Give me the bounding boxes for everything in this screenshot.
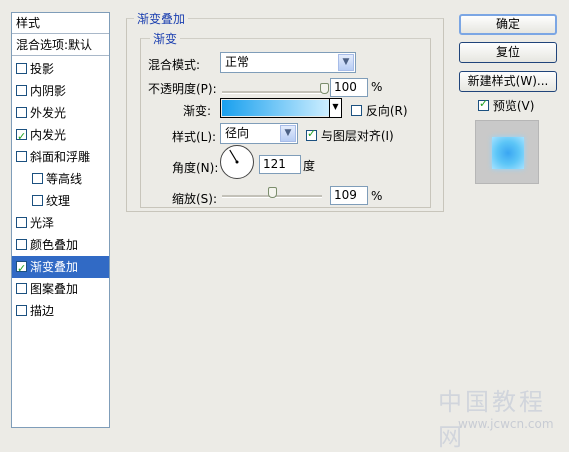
- style-list-item-label: 内阴影: [30, 84, 67, 98]
- style-list-item-label: 等高线: [46, 172, 83, 186]
- preview-checkbox[interactable]: [478, 97, 489, 111]
- scale-label: 缩放(S):: [172, 192, 218, 206]
- blend-mode-value: 正常: [225, 55, 250, 69]
- new-style-button[interactable]: 新建样式(W)...: [459, 71, 557, 92]
- chevron-down-icon: ▼: [338, 54, 354, 71]
- style-list-item-label: 颜色叠加: [30, 238, 79, 252]
- style-checkbox[interactable]: [16, 305, 27, 316]
- style-list-header[interactable]: 样式: [12, 13, 109, 34]
- style-list-item-label: 光泽: [30, 216, 55, 230]
- preview-swatch: [492, 137, 524, 169]
- style-checkbox[interactable]: [32, 173, 43, 184]
- style-list-item[interactable]: 外发光: [12, 102, 109, 124]
- style-checkbox[interactable]: [16, 217, 27, 228]
- reverse-checkbox-row[interactable]: 反向(R): [351, 102, 408, 119]
- opacity-percent: %: [371, 80, 383, 94]
- style-list-item[interactable]: 颜色叠加: [12, 234, 109, 256]
- angle-input[interactable]: 121: [259, 155, 301, 174]
- style-preview: [475, 120, 539, 184]
- style-list-item[interactable]: 纹理: [12, 190, 109, 212]
- angle-dial[interactable]: [219, 144, 255, 180]
- gradient-style-select[interactable]: 径向 ▼: [220, 123, 298, 144]
- style-list-item-label: 斜面和浮雕: [30, 150, 91, 164]
- style-list-item[interactable]: 渐变叠加: [12, 256, 109, 280]
- style-checkbox[interactable]: [16, 239, 27, 250]
- style-list-item-label: 内发光: [30, 128, 67, 142]
- blend-mode-select[interactable]: 正常 ▼: [220, 52, 356, 73]
- style-list-item[interactable]: 斜面和浮雕: [12, 146, 109, 168]
- align-checkbox-row[interactable]: 与图层对齐(I): [306, 127, 394, 144]
- opacity-slider-track[interactable]: [222, 91, 324, 94]
- style-checkbox[interactable]: [16, 107, 27, 118]
- align-with-layer-label: 与图层对齐(I): [320, 129, 394, 143]
- scale-percent: %: [371, 189, 383, 203]
- style-list-item-label: 图案叠加: [30, 282, 79, 296]
- reverse-checkbox[interactable]: [351, 105, 362, 116]
- opacity-slider-thumb[interactable]: [319, 83, 329, 94]
- style-checkbox[interactable]: [16, 258, 27, 280]
- style-list-item[interactable]: 光泽: [12, 212, 109, 234]
- style-list-item-label: 投影: [30, 62, 55, 76]
- scale-slider-thumb[interactable]: [267, 187, 277, 198]
- style-list-item-label: 纹理: [46, 194, 71, 208]
- style-list: 样式 混合选项:默认 投影内阴影外发光内发光斜面和浮雕等高线纹理光泽颜色叠加渐变…: [11, 12, 110, 428]
- style-list-item[interactable]: 内发光: [12, 124, 109, 148]
- preview-checkbox-row[interactable]: 预览(V): [478, 97, 534, 114]
- gradient-section-title: 渐变: [150, 30, 181, 47]
- ok-button[interactable]: 确定: [459, 14, 557, 35]
- style-checkbox[interactable]: [16, 126, 27, 148]
- angle-unit: 度: [303, 159, 316, 173]
- gradient-style-value: 径向: [225, 126, 250, 140]
- style-list-item-label: 渐变叠加: [30, 260, 79, 274]
- style-list-item[interactable]: 投影: [12, 58, 109, 80]
- gradient-swatch: [222, 100, 329, 116]
- style-list-item[interactable]: 内阴影: [12, 80, 109, 102]
- style-checkbox[interactable]: [16, 151, 27, 162]
- style-list-item-label: 描边: [30, 304, 55, 318]
- opacity-input[interactable]: 100: [330, 78, 368, 97]
- style-list-item[interactable]: 等高线: [12, 168, 109, 190]
- align-with-layer-checkbox[interactable]: [306, 127, 317, 141]
- preview-label: 预览(V): [492, 99, 535, 113]
- style-checkbox[interactable]: [16, 85, 27, 96]
- chevron-down-icon: ▼: [280, 125, 296, 142]
- style-list-item[interactable]: 图案叠加: [12, 278, 109, 300]
- chevron-down-icon[interactable]: ▼: [329, 99, 341, 117]
- reset-button[interactable]: 复位: [459, 42, 557, 63]
- angle-label: 角度(N):: [172, 161, 219, 175]
- style-checkbox[interactable]: [16, 63, 27, 74]
- style-checkbox[interactable]: [16, 283, 27, 294]
- watermark-url: www.jcwcn.com: [458, 417, 554, 431]
- gradient-picker[interactable]: ▼: [220, 98, 342, 118]
- style-checkbox[interactable]: [32, 195, 43, 206]
- scale-input[interactable]: 109: [330, 186, 368, 205]
- reverse-label: 反向(R): [365, 104, 408, 118]
- style-list-item[interactable]: 描边: [12, 300, 109, 322]
- blend-mode-label: 混合模式:: [148, 58, 201, 72]
- blend-options-item[interactable]: 混合选项:默认: [12, 35, 109, 56]
- style-list-item-label: 外发光: [30, 106, 67, 120]
- gradient-label: 渐变:: [183, 104, 212, 118]
- opacity-label: 不透明度(P):: [148, 82, 217, 96]
- gradient-overlay-title: 渐变叠加: [134, 10, 189, 27]
- style-label: 样式(L):: [172, 130, 217, 144]
